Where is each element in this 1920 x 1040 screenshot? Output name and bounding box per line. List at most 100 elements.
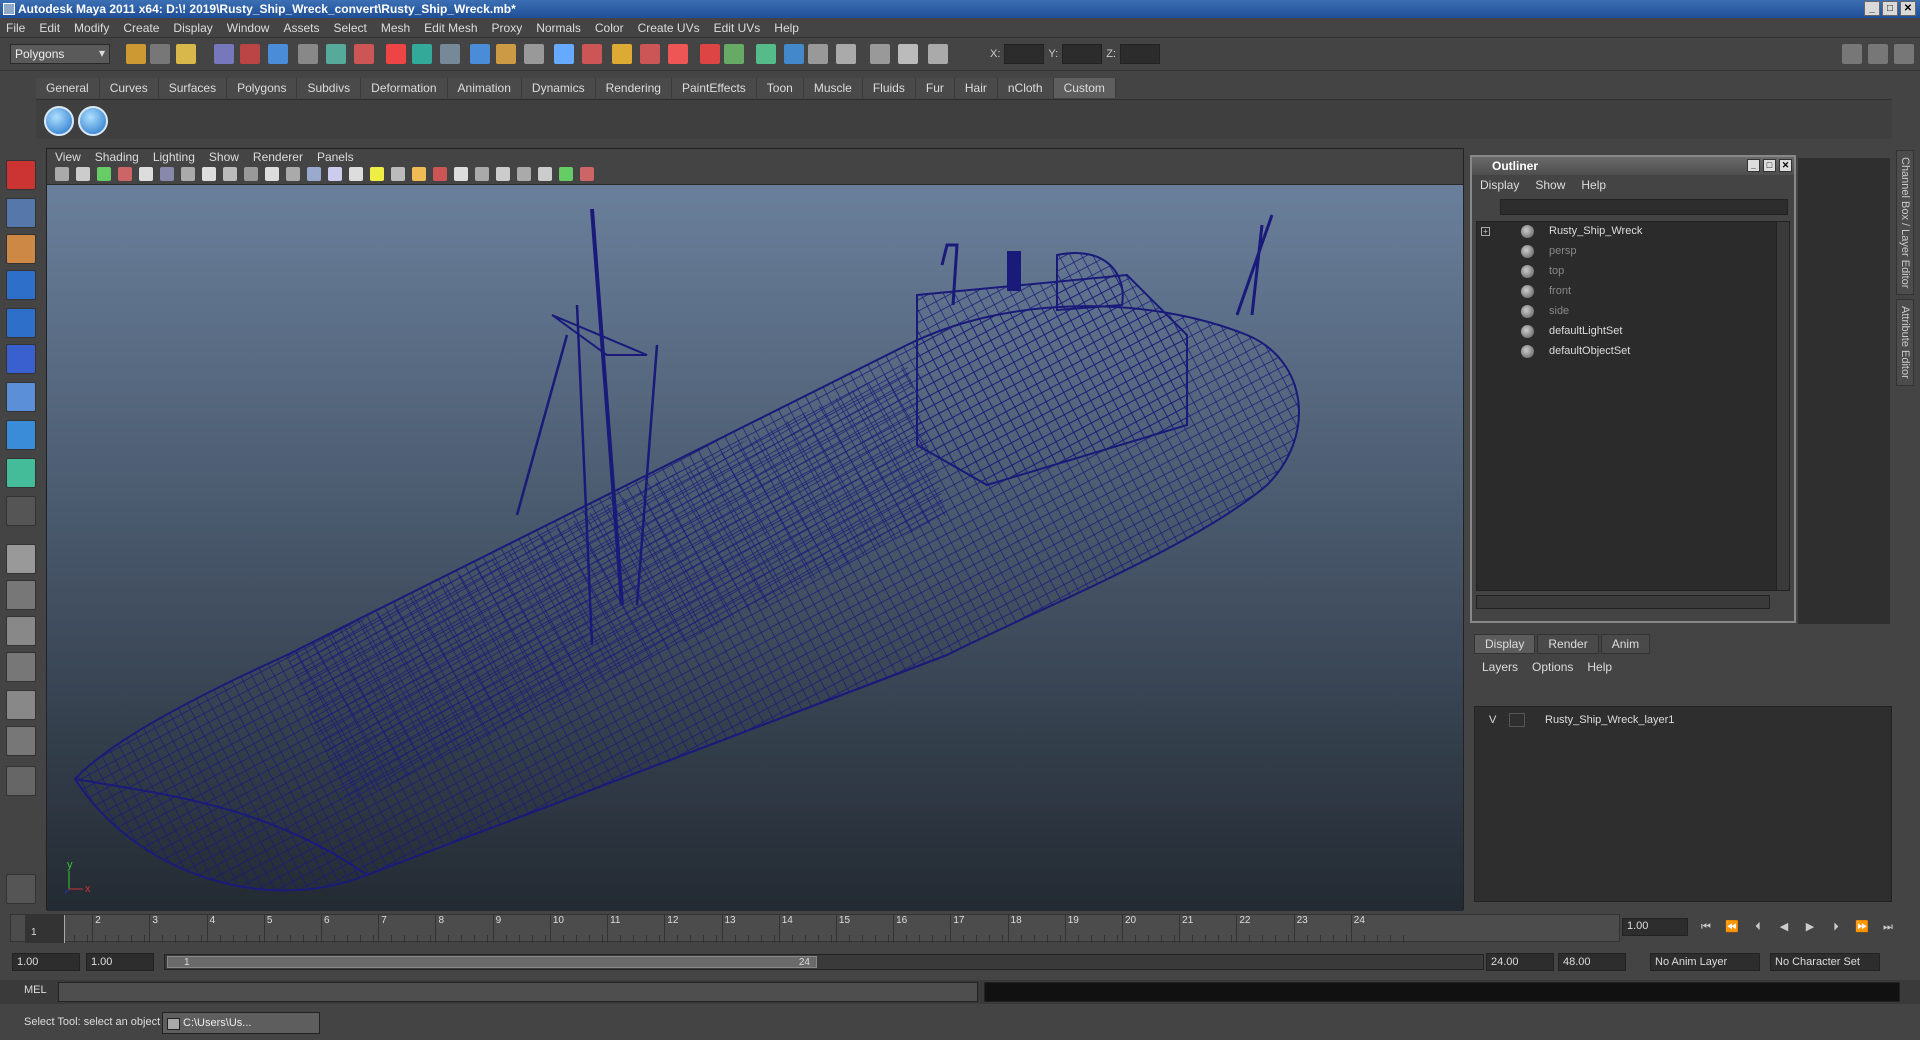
y-field[interactable] <box>1062 44 1103 64</box>
viewport-tool-icon[interactable] <box>580 167 594 181</box>
layer-visibility-toggle[interactable]: V <box>1489 711 1496 729</box>
toolbox-tool-icon[interactable] <box>6 160 36 190</box>
viewport-tool-icon[interactable] <box>517 167 531 181</box>
viewport-menu-renderer[interactable]: Renderer <box>253 150 303 164</box>
perspective-viewport[interactable]: View Shading Lighting Show Renderer Pane… <box>46 148 1464 911</box>
viewport-tool-icon[interactable] <box>475 167 489 181</box>
toolbox-tool-icon[interactable] <box>6 420 36 450</box>
playback-button[interactable]: ◀ <box>1774 918 1794 936</box>
toolbox-tool-icon[interactable] <box>6 382 36 412</box>
outliner-menu-show[interactable]: Show <box>1535 178 1565 192</box>
viewport-menu-lighting[interactable]: Lighting <box>153 150 195 164</box>
viewport-tool-icon[interactable] <box>97 167 111 181</box>
status-line-tool-icon[interactable] <box>150 44 170 64</box>
command-input[interactable] <box>58 982 978 1002</box>
menu-create-uvs[interactable]: Create UVs <box>638 21 700 35</box>
status-line-tool-icon[interactable] <box>524 44 544 64</box>
tab-render-layers[interactable]: Render <box>1537 634 1599 654</box>
viewport-tool-icon[interactable] <box>496 167 510 181</box>
minimize-button[interactable]: _ <box>1864 1 1880 16</box>
status-line-tool-icon[interactable] <box>412 44 432 64</box>
status-line-tool-icon[interactable] <box>808 44 828 64</box>
status-line-tool-icon[interactable] <box>386 44 406 64</box>
tab-attribute-editor[interactable]: Attribute Editor <box>1896 299 1914 387</box>
shelf-tab-general[interactable]: General <box>36 78 100 98</box>
playback-end-field[interactable]: 24.00 <box>1486 953 1554 971</box>
x-field[interactable] <box>1004 44 1045 64</box>
range-slider[interactable]: 1 24 <box>164 954 1484 970</box>
outliner-item[interactable]: persp <box>1477 242 1783 260</box>
toolbox-tool-icon[interactable] <box>6 270 36 300</box>
shelf-tab-dynamics[interactable]: Dynamics <box>521 78 596 98</box>
shelf-tab-polygons[interactable]: Polygons <box>227 78 298 98</box>
toolbox-tool-icon[interactable] <box>6 580 36 610</box>
viewport-tool-icon[interactable] <box>559 167 573 181</box>
toolbox-tool-icon[interactable] <box>6 234 36 264</box>
outliner-horizontal-scrollbar[interactable] <box>1476 595 1770 609</box>
outliner-item[interactable]: + Rusty_Ship_Wreck <box>1477 222 1783 240</box>
toolbox-tool-icon[interactable] <box>6 726 36 756</box>
shelf-tab-deformation[interactable]: Deformation <box>361 78 448 98</box>
menu-create[interactable]: Create <box>123 21 159 35</box>
viewport-tool-icon[interactable] <box>328 167 342 181</box>
layer-menu-help[interactable]: Help <box>1587 660 1612 674</box>
shelf-tab-custom[interactable]: Custom <box>1053 78 1116 98</box>
layer-menu-options[interactable]: Options <box>1532 660 1573 674</box>
viewport-tool-icon[interactable] <box>538 167 552 181</box>
toolbox-tool-icon[interactable] <box>6 458 36 488</box>
viewport-tool-icon[interactable] <box>307 167 321 181</box>
outliner-item[interactable]: front <box>1477 282 1783 300</box>
status-line-tool-icon[interactable] <box>268 44 288 64</box>
status-line-tool-icon[interactable] <box>928 44 948 64</box>
shelf-tab-fluids[interactable]: Fluids <box>862 78 916 98</box>
panel-layout-icon[interactable] <box>1868 44 1888 64</box>
menu-display[interactable]: Display <box>173 21 212 35</box>
menu-modify[interactable]: Modify <box>74 21 109 35</box>
tab-anim-layers[interactable]: Anim <box>1600 634 1651 654</box>
status-line-tool-icon[interactable] <box>640 44 660 64</box>
status-line-tool-icon[interactable] <box>724 44 744 64</box>
anim-layer-dropdown[interactable]: No Anim Layer <box>1650 953 1760 971</box>
shelf-tab-hair[interactable]: Hair <box>954 78 998 98</box>
viewport-tool-icon[interactable] <box>76 167 90 181</box>
viewport-tool-icon[interactable] <box>349 167 363 181</box>
status-line-tool-icon[interactable] <box>612 44 632 64</box>
end-time-field[interactable]: 48.00 <box>1558 953 1626 971</box>
viewport-tool-icon[interactable] <box>391 167 405 181</box>
playback-button[interactable]: ⏩ <box>1852 918 1872 936</box>
check-shelf-icon[interactable] <box>78 106 108 136</box>
status-line-tool-icon[interactable] <box>582 44 602 64</box>
shelf-tab-toon[interactable]: Toon <box>756 78 804 98</box>
menu-help[interactable]: Help <box>774 21 799 35</box>
status-line-tool-icon[interactable] <box>354 44 374 64</box>
panel-layout-icon[interactable] <box>1842 44 1862 64</box>
viewport-tool-icon[interactable] <box>202 167 216 181</box>
viewport-tool-icon[interactable] <box>223 167 237 181</box>
menu-edit[interactable]: Edit <box>39 21 60 35</box>
expand-icon[interactable]: + <box>1481 227 1490 236</box>
viewport-menu-panels[interactable]: Panels <box>317 150 354 164</box>
z-field[interactable] <box>1119 44 1160 64</box>
toolbox-tool-icon[interactable] <box>6 690 36 720</box>
viewport-canvas[interactable]: y x persp <box>47 185 1463 911</box>
status-line-tool-icon[interactable] <box>214 44 234 64</box>
outliner-menu-help[interactable]: Help <box>1581 178 1606 192</box>
start-time-field[interactable]: 1.00 <box>12 953 80 971</box>
status-line-tool-icon[interactable] <box>756 44 776 64</box>
viewport-tool-icon[interactable] <box>370 167 384 181</box>
menu-select[interactable]: Select <box>333 21 366 35</box>
status-line-tool-icon[interactable] <box>176 44 196 64</box>
viewport-tool-icon[interactable] <box>265 167 279 181</box>
layer-template-toggle[interactable] <box>1509 713 1525 727</box>
menu-window[interactable]: Window <box>227 21 270 35</box>
tab-channel-box[interactable]: Channel Box / Layer Editor <box>1896 150 1914 296</box>
outliner-item[interactable]: side <box>1477 302 1783 320</box>
toolbox-tool-icon[interactable] <box>6 496 36 526</box>
menu-edit-uvs[interactable]: Edit UVs <box>714 21 761 35</box>
shelf-tab-fur[interactable]: Fur <box>915 78 955 98</box>
shelf-tab-rendering[interactable]: Rendering <box>595 78 672 98</box>
status-line-tool-icon[interactable] <box>440 44 460 64</box>
status-line-tool-icon[interactable] <box>700 44 720 64</box>
tab-display-layers[interactable]: Display <box>1474 634 1536 654</box>
command-language-label[interactable]: MEL <box>24 984 47 996</box>
